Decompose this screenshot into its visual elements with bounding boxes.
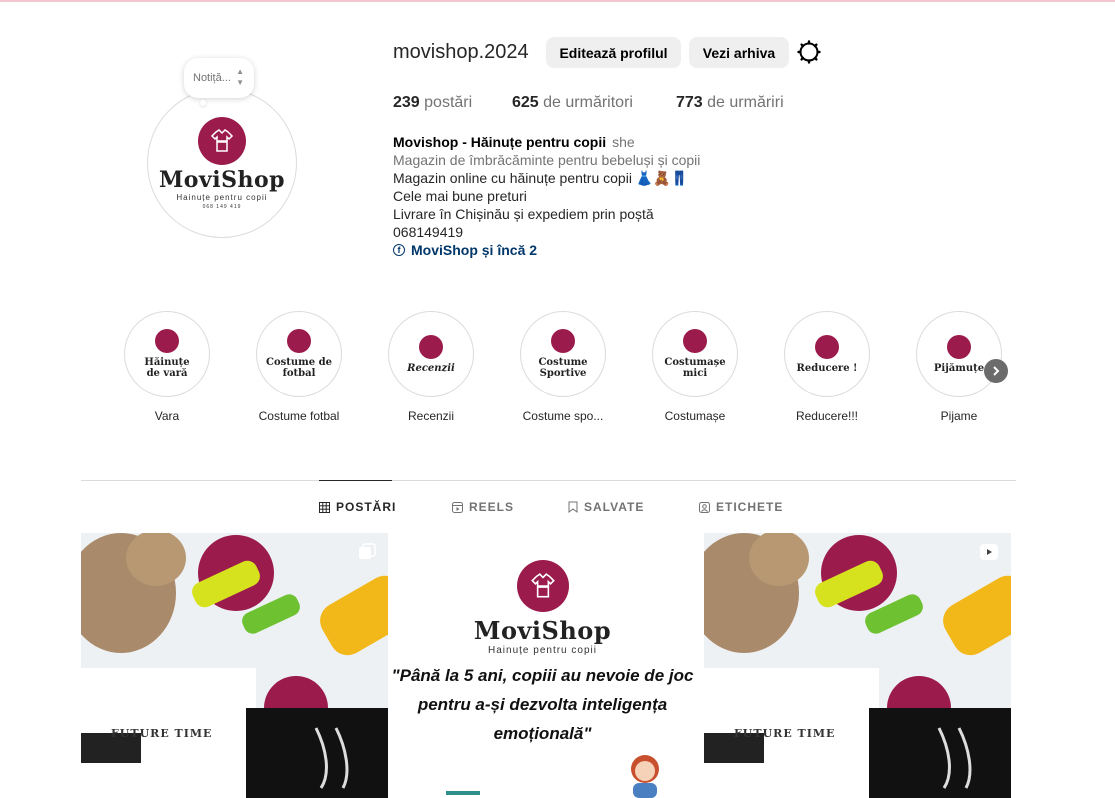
highlight-cover-text: Pijămuțe xyxy=(933,362,985,374)
highlight-costume-fotbal[interactable]: Costume de fotbal Costume fotbal xyxy=(255,311,343,423)
shirt-icon xyxy=(947,334,971,359)
highlight-cover: Hăinuțe de vară xyxy=(124,311,210,397)
toy-illustration xyxy=(446,791,480,795)
logo-phone: 068 149 419 xyxy=(202,203,242,210)
highlight-label: Costumașe xyxy=(664,409,726,423)
shirt-icon xyxy=(197,116,246,165)
highlight-label: Recenzii xyxy=(407,409,455,423)
doll-illustration xyxy=(631,755,659,798)
chevron-right-icon xyxy=(993,366,1000,376)
stat-followers[interactable]: 625 de urmăritori xyxy=(512,94,633,112)
highlight-cover-text: Costume de fotbal xyxy=(266,357,332,379)
facebook-icon: f xyxy=(393,244,405,256)
bio-pronouns: she xyxy=(612,134,635,150)
highlight-label: Reducere!!! xyxy=(795,409,859,423)
highlight-label: Pijame xyxy=(940,409,978,423)
post-logo-brand: MoviShop xyxy=(473,616,612,645)
logo-tagline: Hainuțe pentru copii xyxy=(176,192,268,202)
tagged-user-icon xyxy=(699,501,710,513)
highlight-cover: Pijămuțe xyxy=(916,311,1002,397)
bio-line: Livrare în Chișinău și expediem prin poș… xyxy=(393,206,654,222)
post-logo: MoviShop Hainuțe pentru copii xyxy=(389,560,696,656)
highlight-cover-text: Hăinuțe de vară xyxy=(144,357,190,379)
shirt-icon xyxy=(155,329,179,353)
settings-gear-icon[interactable] xyxy=(797,40,821,64)
shirt-icon xyxy=(815,334,839,359)
shirt-icon xyxy=(287,329,311,353)
highlight-reducere[interactable]: Reducere ! Reducere!!! xyxy=(783,311,871,423)
grid-icon xyxy=(319,501,330,513)
reels-icon xyxy=(452,501,463,513)
highlight-cover: Reducere ! xyxy=(784,311,870,397)
shirt-icon xyxy=(516,560,569,612)
view-archive-button[interactable]: Vezi arhiva xyxy=(689,37,789,68)
bookmark-icon xyxy=(568,501,578,513)
highlight-cover-text: Costume Sportive xyxy=(538,357,588,379)
post-logo-tagline: Hainuțe pentru copii xyxy=(488,645,597,656)
carousel-icon xyxy=(358,543,376,566)
post-tile[interactable]: MoviShop Hainuțe pentru copii "Până la 5… xyxy=(389,533,696,798)
highlight-label: Costume spo... xyxy=(522,409,604,423)
bio-line: Magazin online cu hăinuțe pentru copii 👗… xyxy=(393,170,689,186)
highlight-costume-sportive[interactable]: Costume Sportive Costume spo... xyxy=(519,311,607,423)
highlight-vara[interactable]: Hăinuțe de vară Vara xyxy=(123,311,211,423)
highlight-recenzii[interactable]: Recenzii Recenzii xyxy=(387,311,475,423)
tab-posts-label: POSTĂRI xyxy=(336,500,397,514)
shirt-icon xyxy=(551,329,575,353)
note-bubble-tail xyxy=(200,100,206,106)
bio-phone: 068149419 xyxy=(393,224,464,240)
reel-icon xyxy=(979,543,999,566)
tab-tagged[interactable]: ETICHETE xyxy=(699,500,783,514)
tab-tagged-label: ETICHETE xyxy=(716,500,784,514)
highlight-cover-text: Costumașe mici xyxy=(664,357,726,379)
post-photo xyxy=(704,533,1011,798)
note-scroll-icon: ▲ ▼ xyxy=(236,67,244,87)
bio-line: Cele mai bune preturi xyxy=(393,188,527,204)
highlight-cover: Recenzii xyxy=(388,311,474,397)
bio-links[interactable]: f MoviShop și încă 2 xyxy=(393,241,700,259)
movishop-logo: MoviShop Hainuțe pentru copii 068 149 41… xyxy=(158,116,286,210)
tab-reels-label: REELS xyxy=(469,500,515,514)
profile-picture[interactable]: MoviShop Hainuțe pentru copii 068 149 41… xyxy=(147,88,297,238)
bio-name: Movishop - Hăinuțe pentru copii xyxy=(393,134,607,150)
post-tile[interactable]: FUTURE TIME xyxy=(81,533,388,798)
post-tile[interactable]: FUTURE TIME xyxy=(704,533,1011,798)
note-bubble[interactable]: Notiță... ▲ ▼ xyxy=(184,58,254,98)
note-placeholder: Notiță... xyxy=(193,72,231,84)
tab-saved[interactable]: SALVATE xyxy=(568,500,644,514)
bio-links-label: MoviShop și încă 2 xyxy=(411,242,538,258)
tab-reels[interactable]: REELS xyxy=(452,500,514,514)
shirt-icon xyxy=(683,329,707,353)
highlight-cover-text: Reducere ! xyxy=(796,362,858,374)
username: movishop.2024 xyxy=(393,41,529,63)
post-quote: "Până la 5 ani, copiii au nevoie de joc … xyxy=(391,666,694,743)
bio: Movishop - Hăinuțe pentru copii she Magaz… xyxy=(393,133,700,259)
tab-saved-label: SALVATE xyxy=(584,500,645,514)
post-photo xyxy=(81,533,388,798)
highlights-next-button[interactable] xyxy=(984,359,1008,383)
highlight-label: Vara xyxy=(154,409,180,423)
highlight-costumase[interactable]: Costumașe mici Costumașe xyxy=(651,311,739,423)
top-border xyxy=(0,0,1115,2)
tabs-divider xyxy=(81,480,1016,481)
bio-category: Magazin de îmbrăcăminte pentru bebeluși … xyxy=(393,152,701,168)
highlight-cover-text: Recenzii xyxy=(407,362,455,374)
highlight-cover: Costumașe mici xyxy=(652,311,738,397)
active-tab-indicator xyxy=(319,480,392,481)
post-print-text: FUTURE TIME xyxy=(734,727,836,740)
edit-profile-button[interactable]: Editează profilul xyxy=(546,37,681,68)
highlight-label: Costume fotbal xyxy=(258,409,340,423)
post-print-text: FUTURE TIME xyxy=(111,727,213,740)
tab-posts[interactable]: POSTĂRI xyxy=(319,500,396,514)
stat-posts: 239 postări xyxy=(393,94,473,111)
logo-brand: MoviShop xyxy=(158,166,286,193)
stat-following[interactable]: 773 de urmăriri xyxy=(676,94,784,112)
highlight-cover: Costume de fotbal xyxy=(256,311,342,397)
shirt-icon xyxy=(419,334,443,359)
highlight-cover: Costume Sportive xyxy=(520,311,606,397)
